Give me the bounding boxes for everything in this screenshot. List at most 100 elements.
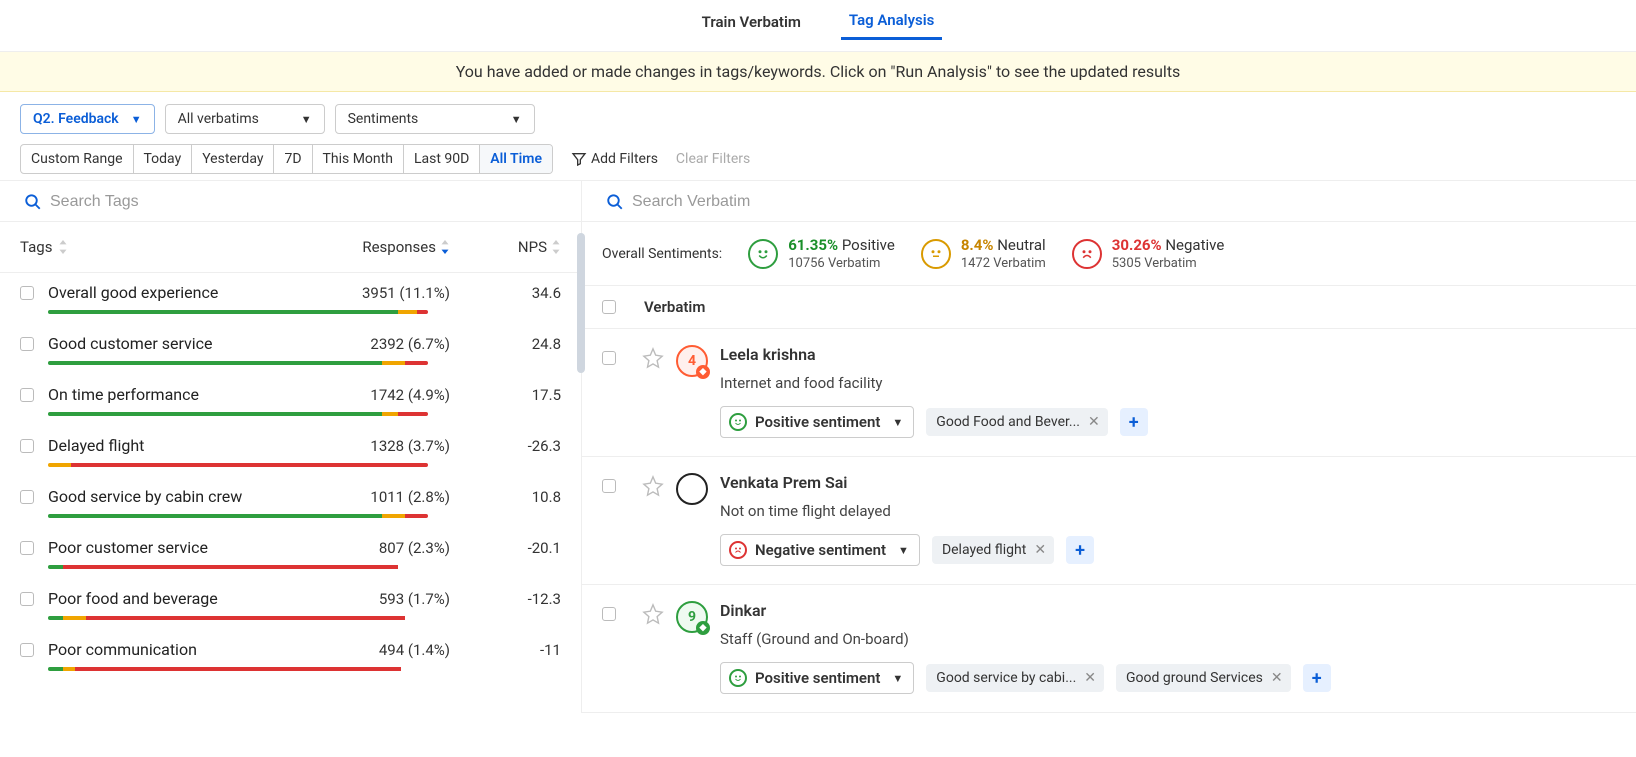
tag-row[interactable]: On time performance 1742 (4.9%) 17.5 <box>0 375 581 426</box>
avatar <box>676 473 708 505</box>
verbatim-checkbox[interactable] <box>602 607 616 621</box>
remove-tag-icon[interactable]: ✕ <box>1034 542 1046 558</box>
chevron-down-icon: ▼ <box>511 113 522 126</box>
col-nps-label[interactable]: NPS <box>518 238 547 256</box>
smile-icon <box>729 669 747 687</box>
negative-sentiment-summary: 30.26% Negative 5305 Verbatim <box>1072 236 1225 271</box>
tags-pane: Tags Responses NPS Overall good experien… <box>0 181 582 713</box>
time-range-this-month[interactable]: This Month <box>313 145 404 173</box>
select-all-verbatim-checkbox[interactable] <box>602 300 616 314</box>
verbatim-text: Internet and food facility <box>720 374 1616 392</box>
tag-checkbox[interactable] <box>20 643 34 657</box>
tag-row[interactable]: Delayed flight 1328 (3.7%) -26.3 <box>0 426 581 477</box>
tag-row[interactable]: Poor communication 494 (1.4%) -11 <box>0 630 581 681</box>
verbatims-dropdown[interactable]: All verbatims ▼ <box>165 104 325 134</box>
sentiment-bar <box>48 565 428 569</box>
tag-nps: 34.6 <box>450 284 561 302</box>
tag-label: Delayed flight <box>48 436 320 455</box>
add-tag-button[interactable]: + <box>1303 664 1331 692</box>
add-tag-button[interactable]: + <box>1066 536 1094 564</box>
chevron-down-icon: ▼ <box>898 544 909 557</box>
neutral-sentiment-summary: 8.4% Neutral 1472 Verbatim <box>921 236 1046 271</box>
verbatim-row: 9◆ Dinkar Staff (Ground and On-board) Po… <box>582 585 1636 713</box>
tag-checkbox[interactable] <box>20 592 34 606</box>
tag-checkbox[interactable] <box>20 439 34 453</box>
tag-checkbox[interactable] <box>20 337 34 351</box>
tab-tag-analysis[interactable]: Tag Analysis <box>841 11 942 40</box>
tag-label: Poor communication <box>48 640 320 659</box>
tag-chip-label: Good Food and Bever... <box>936 414 1080 430</box>
positive-sentiment-summary: 61.35% Positive 10756 Verbatim <box>748 236 895 271</box>
verbatim-checkbox[interactable] <box>602 479 616 493</box>
tag-row[interactable]: Overall good experience 3951 (11.1%) 34.… <box>0 273 581 324</box>
clear-filters-button[interactable]: Clear Filters <box>676 151 750 167</box>
tag-responses: 494 (1.4%) <box>320 641 450 659</box>
remove-tag-icon[interactable]: ✕ <box>1088 414 1100 430</box>
search-icon <box>24 193 42 211</box>
search-tags-input[interactable] <box>50 193 561 211</box>
add-filters-button[interactable]: Add Filters <box>571 151 658 167</box>
star-icon[interactable] <box>642 475 664 497</box>
star-icon[interactable] <box>642 347 664 369</box>
tag-nps: -20.1 <box>450 539 561 557</box>
time-range-all-time[interactable]: All Time <box>480 145 552 173</box>
col-responses-label[interactable]: Responses <box>362 238 436 256</box>
filter-icon <box>571 151 587 167</box>
star-icon[interactable] <box>642 603 664 625</box>
tag-label: Poor customer service <box>48 538 320 557</box>
tag-chip[interactable]: Good service by cabi...✕ <box>926 664 1104 692</box>
tag-chip[interactable]: Good ground Services✕ <box>1116 664 1291 692</box>
tab-train-verbatim[interactable]: Train Verbatim <box>694 13 809 39</box>
top-tabs: Train Verbatim Tag Analysis <box>0 0 1636 52</box>
col-tags-label[interactable]: Tags <box>20 238 52 256</box>
tag-checkbox[interactable] <box>20 388 34 402</box>
sentiment-dropdown[interactable]: Negative sentiment ▼ <box>720 534 920 566</box>
sentiment-dropdown[interactable]: Positive sentiment ▼ <box>720 406 914 438</box>
shield-icon: ◆ <box>696 365 710 379</box>
tag-checkbox[interactable] <box>20 541 34 555</box>
tag-row[interactable]: Poor customer service 807 (2.3%) -20.1 <box>0 528 581 579</box>
overall-sentiments-label: Overall Sentiments: <box>602 246 722 262</box>
tag-checkbox[interactable] <box>20 490 34 504</box>
sort-desc-icon <box>440 240 450 254</box>
sentiment-bar <box>48 361 428 365</box>
notice-banner: You have added or made changes in tags/k… <box>0 52 1636 92</box>
tag-row[interactable]: Good customer service 2392 (6.7%) 24.8 <box>0 324 581 375</box>
sentiment-label: Positive sentiment <box>755 413 880 431</box>
scrollbar-thumb[interactable] <box>577 233 585 373</box>
time-range-7d[interactable]: 7D <box>274 145 312 173</box>
search-verbatim-input[interactable] <box>632 193 1616 211</box>
time-range-today[interactable]: Today <box>134 145 193 173</box>
verbatim-checkbox[interactable] <box>602 351 616 365</box>
tag-label: Overall good experience <box>48 283 320 302</box>
sentiments-dropdown[interactable]: Sentiments ▼ <box>335 104 535 134</box>
tag-checkbox[interactable] <box>20 286 34 300</box>
time-range-custom-range[interactable]: Custom Range <box>21 145 134 173</box>
overall-sentiments: Overall Sentiments: 61.35% Positive 1075… <box>582 222 1636 286</box>
sentiment-bar <box>48 463 428 467</box>
shield-icon: ◆ <box>696 621 710 635</box>
tag-responses: 1328 (3.7%) <box>320 437 450 455</box>
verbatim-text: Staff (Ground and On-board) <box>720 630 1616 648</box>
verbatim-author: Leela krishna <box>720 345 1616 364</box>
sentiment-dropdown[interactable]: Positive sentiment ▼ <box>720 662 914 694</box>
time-range-yesterday[interactable]: Yesterday <box>192 145 274 173</box>
verbatim-row: 4◆ Leela krishna Internet and food facil… <box>582 329 1636 457</box>
tag-nps: 10.8 <box>450 488 561 506</box>
add-tag-button[interactable]: + <box>1120 408 1148 436</box>
tag-row[interactable]: Good service by cabin crew 1011 (2.8%) 1… <box>0 477 581 528</box>
tag-label: Good service by cabin crew <box>48 487 320 506</box>
verbatim-author: Dinkar <box>720 601 1616 620</box>
tag-chip[interactable]: Delayed flight✕ <box>932 536 1054 564</box>
remove-tag-icon[interactable]: ✕ <box>1271 670 1283 686</box>
question-dropdown[interactable]: Q2. Feedback ▼ <box>20 104 155 134</box>
tag-row[interactable]: Poor food and beverage 593 (1.7%) -12.3 <box>0 579 581 630</box>
tag-chip[interactable]: Good Food and Bever... ✕ <box>926 408 1107 436</box>
frown-icon <box>729 541 747 559</box>
remove-tag-icon[interactable]: ✕ <box>1084 670 1096 686</box>
time-range-last-90d[interactable]: Last 90D <box>404 145 480 173</box>
smile-icon <box>748 239 778 269</box>
tag-responses: 593 (1.7%) <box>320 590 450 608</box>
question-dropdown-label: Q2. Feedback <box>33 111 119 127</box>
tag-nps: -26.3 <box>450 437 561 455</box>
